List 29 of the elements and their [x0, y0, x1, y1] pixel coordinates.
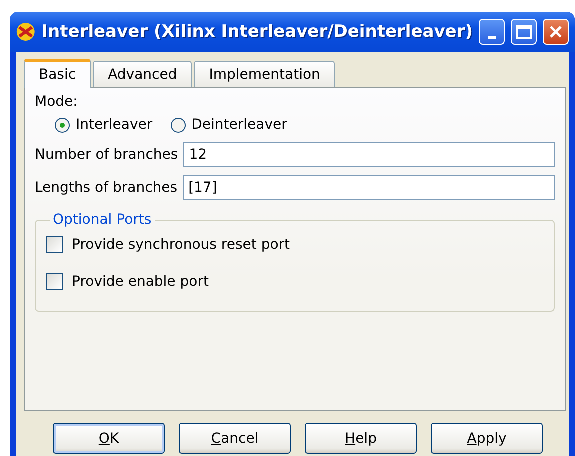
checkbox[interactable] — [46, 236, 63, 253]
tab[interactable]: Basic — [24, 59, 92, 88]
minimize-icon — [488, 36, 496, 38]
field-label: Lengths of branches — [35, 180, 178, 196]
field-label: Number of branches — [35, 146, 178, 162]
close-button[interactable] — [543, 19, 569, 45]
input-field[interactable]: 12 — [183, 142, 555, 167]
group-title: Optional Ports — [52, 212, 153, 228]
close-icon — [549, 25, 563, 39]
radio-label: Deinterleaver — [192, 117, 288, 133]
radio-label: Interleaver — [76, 117, 153, 133]
checkbox-label: Provide synchronous reset port — [72, 236, 290, 252]
input-field[interactable]: [17] — [182, 175, 555, 200]
app-icon — [16, 21, 36, 43]
dialog-button[interactable]: Help — [305, 423, 417, 454]
dialog-button[interactable]: Apply — [431, 423, 543, 454]
minimize-button[interactable] — [479, 19, 505, 45]
maximize-icon — [516, 25, 532, 39]
tab[interactable]: Implementation — [194, 61, 336, 87]
checkbox-label: Provide enable port — [72, 274, 209, 290]
window-title: Interleaver (Xilinx Interleaver/Deinterleaver) — [42, 22, 473, 42]
maximize-button[interactable] — [511, 19, 537, 45]
checkbox[interactable] — [46, 273, 63, 290]
mode-label: Mode: — [35, 94, 79, 110]
radio-button[interactable] — [170, 118, 186, 132]
dialog-button[interactable]: Cancel — [179, 423, 291, 454]
tab[interactable]: Advanced — [93, 61, 192, 87]
radio-button[interactable] — [55, 118, 70, 132]
dialog-button[interactable]: OK — [53, 423, 165, 454]
